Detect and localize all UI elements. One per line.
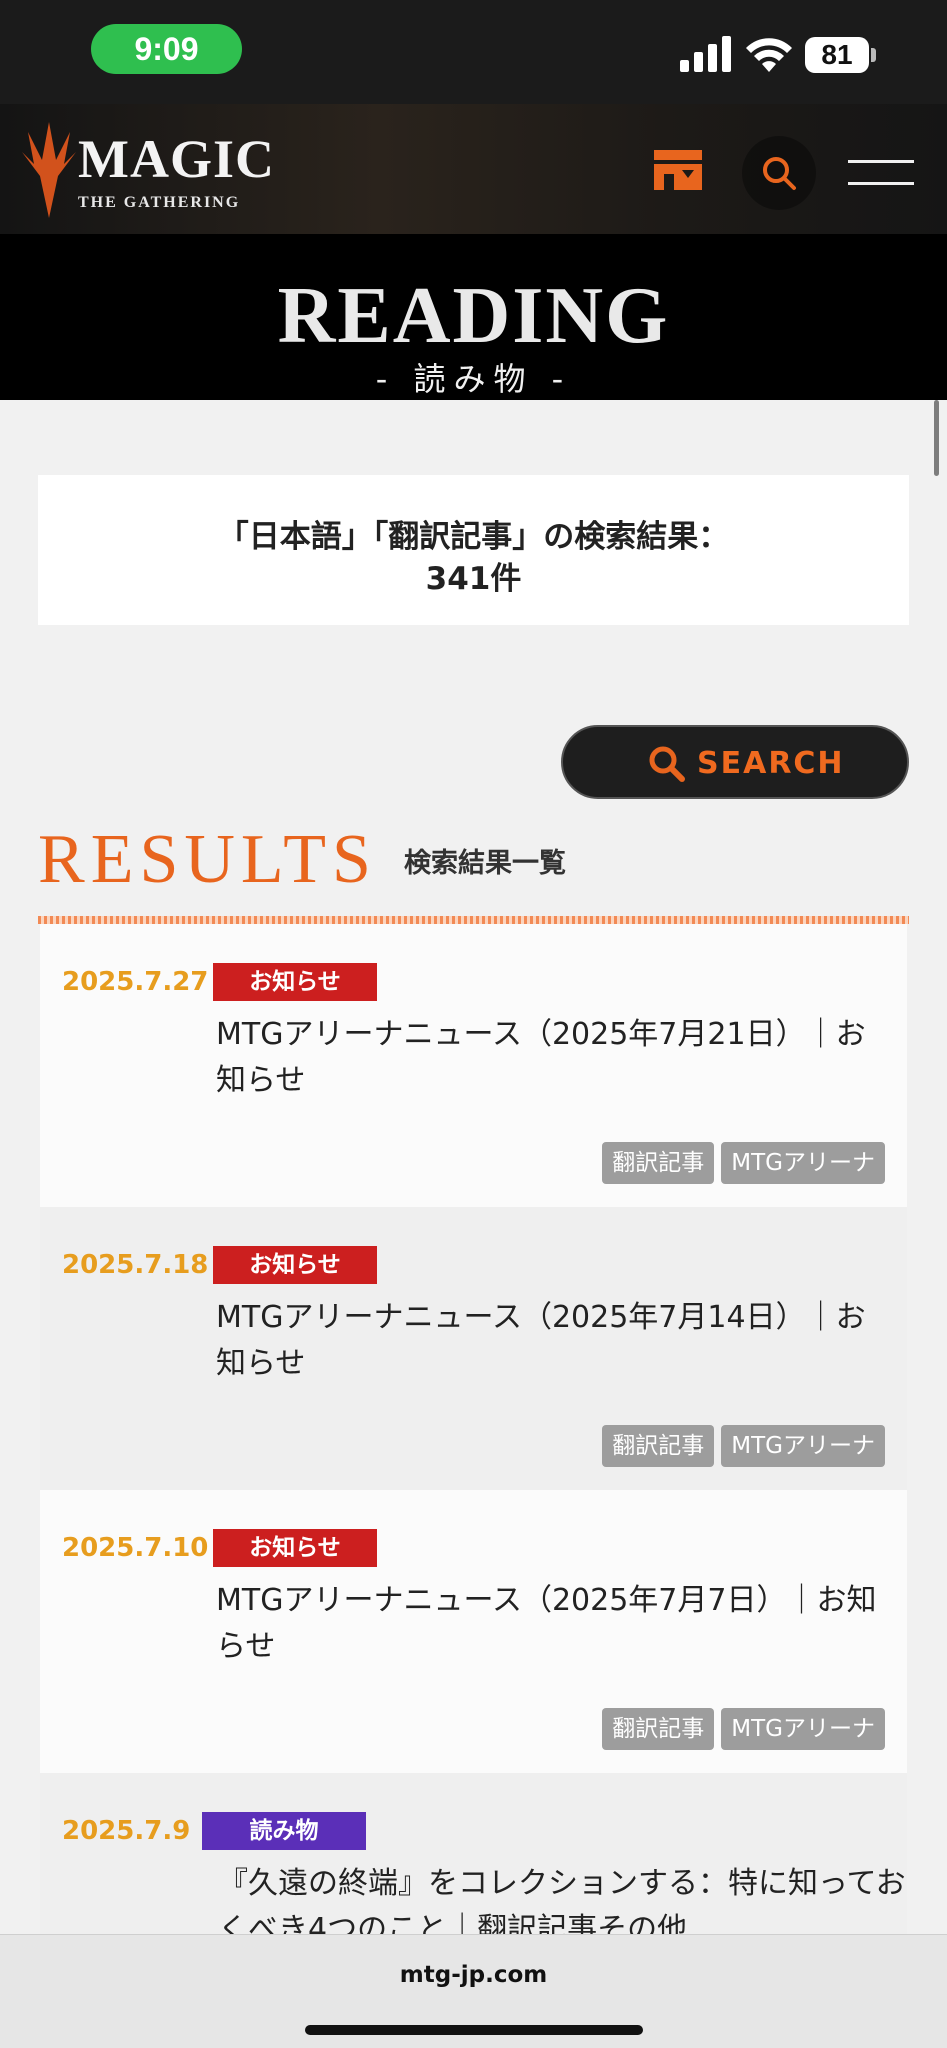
category-badge[interactable]: お知らせ	[213, 1529, 377, 1567]
result-item[interactable]: 2025.7.27 お知らせ MTGアリーナニュース（2025年7月21日）｜お…	[40, 924, 907, 1207]
tag-mtg-arena[interactable]: MTGアリーナ	[721, 1142, 885, 1184]
store-icon[interactable]	[652, 148, 704, 192]
tag-mtg-arena[interactable]: MTGアリーナ	[721, 1708, 885, 1750]
logo-subtitle: THE GATHERING	[78, 194, 241, 211]
result-date: 2025.7.18	[62, 1250, 209, 1280]
result-item[interactable]: 2025.7.9 読み物 『久遠の終端』をコレクションする：特に知っておくべき4…	[40, 1773, 907, 1934]
results-divider	[38, 916, 909, 924]
result-tags: 翻訳記事 MTGアリーナ	[602, 1142, 885, 1184]
tag-translated[interactable]: 翻訳記事	[602, 1708, 715, 1750]
search-result-count: 341件	[425, 561, 522, 597]
hamburger-menu-button[interactable]	[848, 160, 914, 186]
results-subheading: 検索結果一覧	[404, 848, 566, 879]
status-bar: 9:09 81	[0, 0, 947, 104]
category-badge[interactable]: お知らせ	[213, 1246, 377, 1284]
menu-line-icon	[848, 182, 914, 185]
result-title[interactable]: MTGアリーナニュース（2025年7月14日）｜お知らせ	[216, 1295, 886, 1395]
cellular-signal-icon	[680, 36, 731, 72]
tag-mtg-arena[interactable]: MTGアリーナ	[721, 1425, 885, 1467]
search-query-text: 「日本語」「翻訳記事」の検索結果：	[217, 519, 730, 555]
search-button-label: SEARCH	[697, 746, 845, 781]
tag-translated[interactable]: 翻訳記事	[602, 1425, 715, 1467]
menu-line-icon	[848, 160, 914, 163]
status-time: 9:09	[91, 24, 242, 74]
result-tags: 翻訳記事 MTGアリーナ	[602, 1708, 885, 1750]
results-heading: RESULTS	[38, 821, 377, 898]
result-item[interactable]: 2025.7.10 お知らせ MTGアリーナニュース（2025年7月7日）｜お知…	[40, 1490, 907, 1773]
home-indicator[interactable]	[305, 2025, 643, 2035]
search-summary-box: 「日本語」「翻訳記事」の検索結果： 341件	[38, 475, 909, 625]
result-list: 2025.7.27 お知らせ MTGアリーナニュース（2025年7月21日）｜お…	[40, 924, 907, 1934]
result-title[interactable]: MTGアリーナニュース（2025年7月21日）｜お知らせ	[216, 1012, 886, 1112]
search-icon	[649, 746, 685, 782]
scrollbar[interactable]	[934, 400, 939, 476]
reading-banner: READING - 読み物 -	[0, 234, 947, 400]
result-date: 2025.7.10	[62, 1533, 209, 1563]
header-search-button[interactable]	[742, 136, 816, 210]
result-item[interactable]: 2025.7.18 お知らせ MTGアリーナニュース（2025年7月14日）｜お…	[40, 1207, 907, 1490]
battery-cap	[871, 48, 876, 62]
page-title: READING	[277, 272, 670, 360]
search-button[interactable]: SEARCH	[561, 725, 909, 799]
category-badge[interactable]: 読み物	[202, 1812, 366, 1850]
battery-indicator: 81	[805, 37, 869, 73]
result-date: 2025.7.27	[62, 967, 209, 997]
planeswalker-logo-icon[interactable]	[18, 122, 80, 218]
result-tags: 翻訳記事 MTGアリーナ	[602, 1425, 885, 1467]
wifi-icon	[746, 38, 792, 72]
category-badge[interactable]: お知らせ	[213, 963, 377, 1001]
tag-translated[interactable]: 翻訳記事	[602, 1142, 715, 1184]
site-header: MAGIC THE GATHERING	[0, 104, 947, 234]
page-subtitle: - 読み物 -	[375, 360, 572, 398]
browser-address-bar[interactable]: mtg-jp.com	[0, 1934, 947, 2048]
result-title[interactable]: MTGアリーナニュース（2025年7月7日）｜お知らせ	[216, 1578, 886, 1678]
search-icon	[763, 157, 796, 190]
result-title[interactable]: 『久遠の終端』をコレクションする：特に知っておくべき4つのこと｜翻訳記事その他	[218, 1861, 907, 1934]
url-text[interactable]: mtg-jp.com	[0, 1955, 947, 1995]
logo-wordmark[interactable]: MAGIC	[78, 132, 308, 186]
